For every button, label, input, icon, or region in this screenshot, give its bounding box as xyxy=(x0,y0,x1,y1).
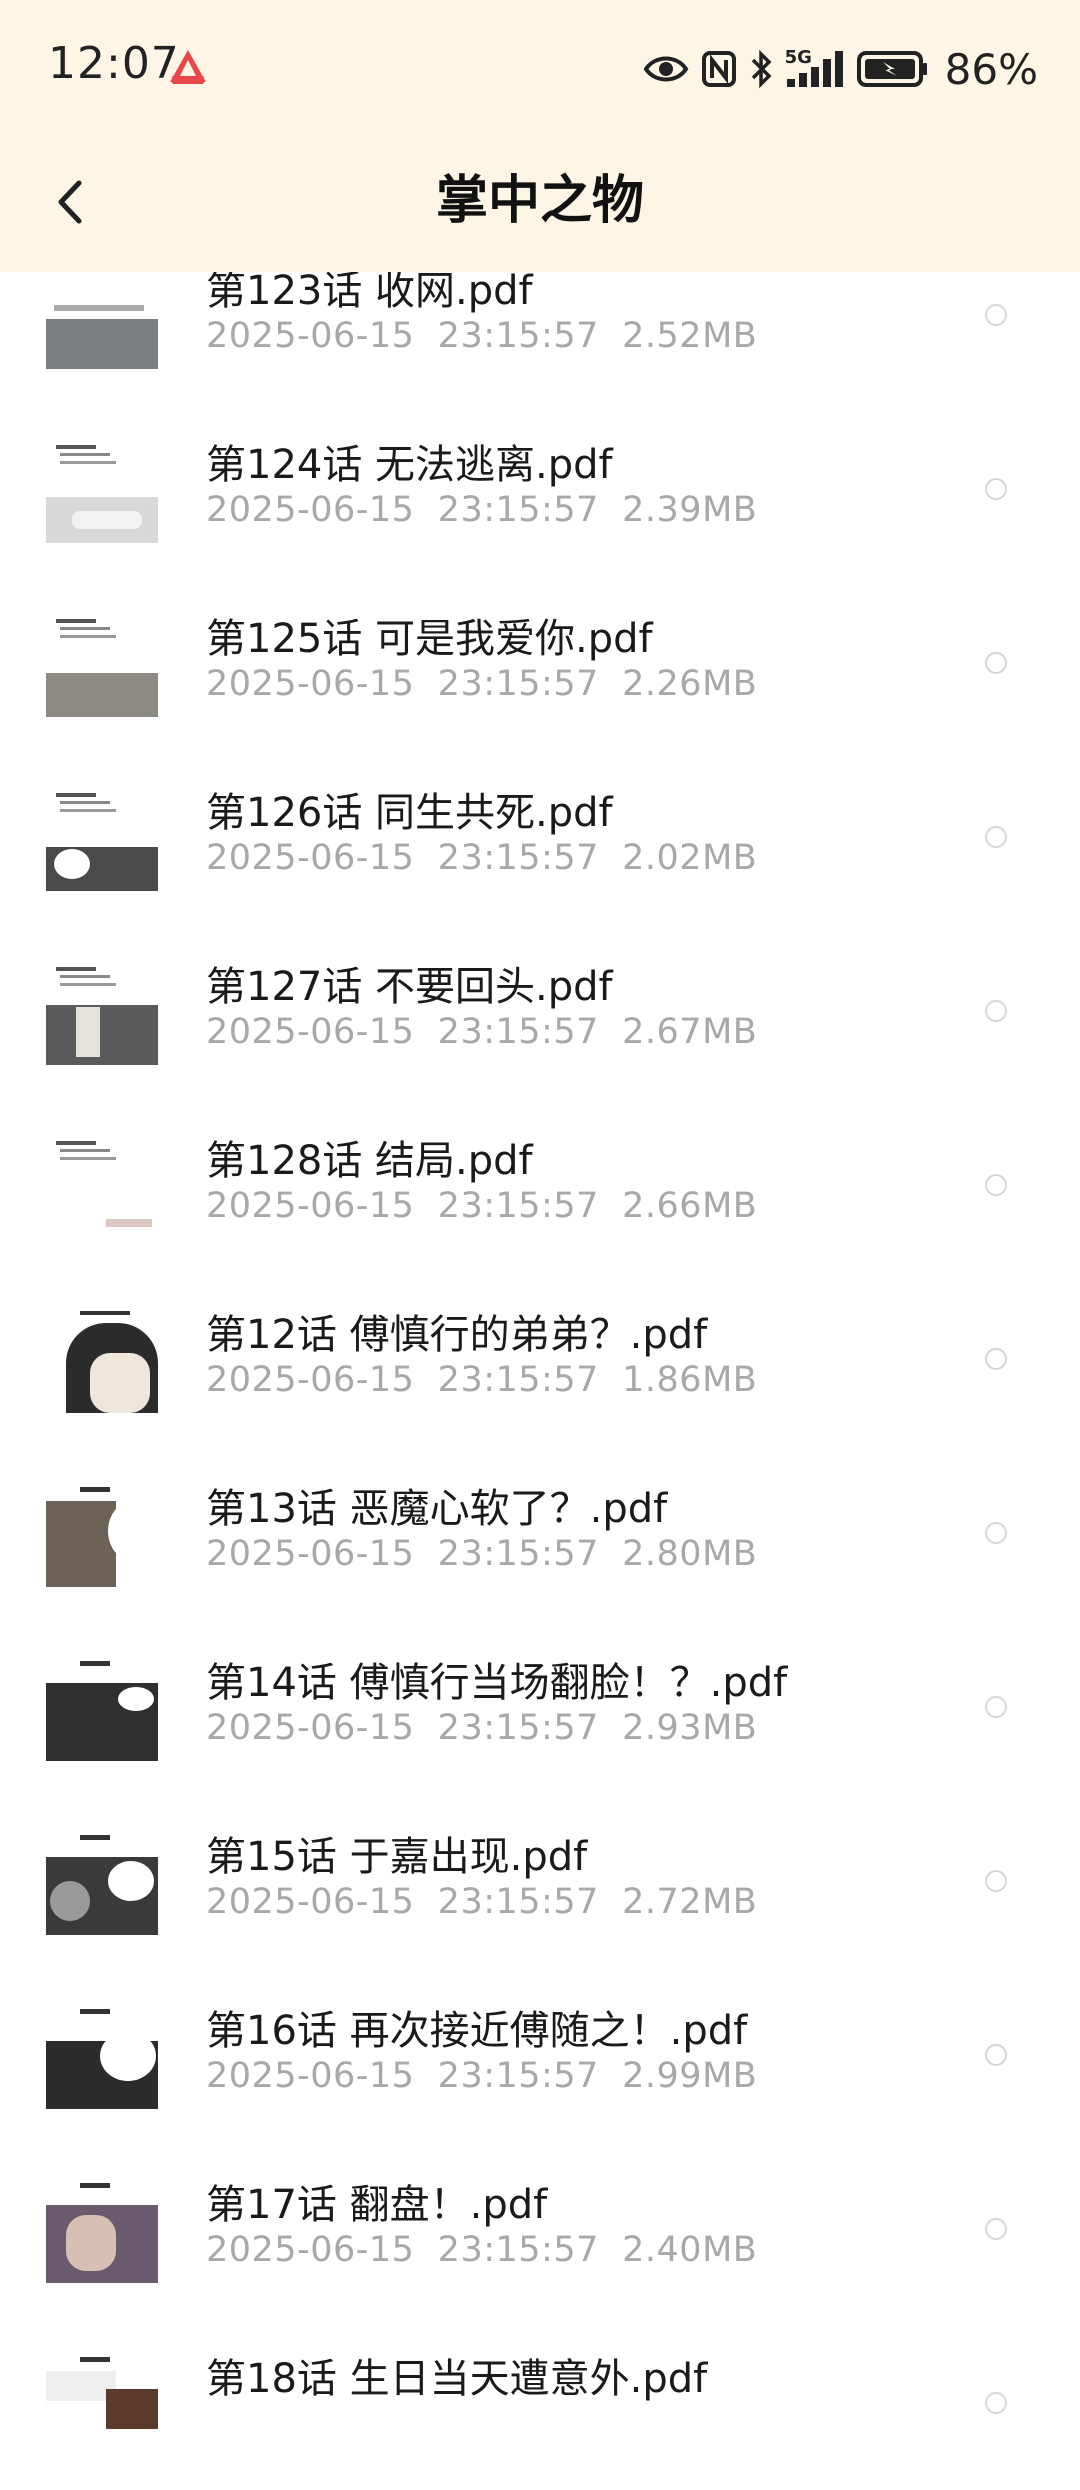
file-meta: 2025-06-15 23:15:57 2.99MB xyxy=(206,2056,758,2096)
nav-bar: 掌中之物 xyxy=(0,140,1080,272)
file-thumbnail xyxy=(46,783,158,891)
file-meta: 2025-06-15 23:15:57 2.66MB xyxy=(206,1186,758,1226)
file-meta: 2025-06-15 23:15:57 2.93MB xyxy=(206,1708,758,1748)
app-header: 12:07 5G 86% 掌中之物 xyxy=(0,0,1080,272)
select-radio[interactable] xyxy=(985,1696,1007,1718)
file-name: 第13话 恶魔心软了？.pdf xyxy=(206,1486,668,1532)
file-meta: 2025-06-15 23:15:57 1.86MB xyxy=(206,1360,758,1400)
list-item[interactable]: 第124话 无法逃离.pdf 2025-06-15 23:15:57 2.39M… xyxy=(0,402,1080,576)
file-thumbnail xyxy=(46,957,158,1065)
file-name: 第18话 生日当天遭意外.pdf xyxy=(206,2356,708,2402)
file-name: 第15话 于嘉出现.pdf xyxy=(206,1834,588,1880)
list-item[interactable]: 第14话 傅慎行当场翻脸！？.pdf 2025-06-15 23:15:57 2… xyxy=(0,1620,1080,1794)
select-radio[interactable] xyxy=(985,1348,1007,1370)
file-thumbnail xyxy=(46,261,158,369)
file-name: 第12话 傅慎行的弟弟？.pdf xyxy=(206,1312,708,1358)
select-radio[interactable] xyxy=(985,2218,1007,2240)
file-meta: 2025-06-15 23:15:57 2.80MB xyxy=(206,1534,758,1574)
select-radio[interactable] xyxy=(985,478,1007,500)
file-name: 第125话 可是我爱你.pdf xyxy=(206,616,653,662)
file-thumbnail xyxy=(46,1479,158,1587)
file-meta: 2025-06-15 23:15:57 2.26MB xyxy=(206,664,758,704)
select-radio[interactable] xyxy=(985,652,1007,674)
select-radio[interactable] xyxy=(985,826,1007,848)
app-notification-icon xyxy=(170,50,206,84)
file-meta: 2025-06-15 23:15:57 2.52MB xyxy=(206,316,758,356)
file-meta: 2025-06-15 23:15:57 2.72MB xyxy=(206,1882,758,1922)
list-item[interactable]: 第17话 翻盘！.pdf 2025-06-15 23:15:57 2.40MB xyxy=(0,2142,1080,2316)
file-name: 第126话 同生共死.pdf xyxy=(206,790,613,836)
file-name: 第127话 不要回头.pdf xyxy=(206,964,613,1010)
page-title: 掌中之物 xyxy=(435,171,644,231)
file-name: 第128话 结局.pdf xyxy=(206,1138,533,1184)
network-type-label: 5G xyxy=(784,47,812,68)
eye-icon xyxy=(643,56,689,82)
bluetooth-icon xyxy=(751,49,772,89)
file-thumbnail xyxy=(46,1827,158,1935)
file-meta: 2025-06-15 23:15:57 2.02MB xyxy=(206,838,758,878)
file-thumbnail xyxy=(46,609,158,717)
battery-charging-icon xyxy=(856,51,927,87)
status-time: 12:07 xyxy=(48,38,180,89)
file-meta: 2025-06-15 23:15:57 2.67MB xyxy=(206,1012,758,1052)
select-radio[interactable] xyxy=(985,1522,1007,1544)
file-thumbnail xyxy=(46,2001,158,2109)
select-radio[interactable] xyxy=(985,1174,1007,1196)
file-name: 第124话 无法逃离.pdf xyxy=(206,442,613,488)
list-item[interactable]: 第128话 结局.pdf 2025-06-15 23:15:57 2.66MB xyxy=(0,1098,1080,1272)
select-radio[interactable] xyxy=(985,1870,1007,1892)
file-meta: 2025-06-15 23:15:57 2.39MB xyxy=(206,490,758,530)
file-meta: 2025-06-15 23:15:57 2.40MB xyxy=(206,2230,758,2270)
select-radio[interactable] xyxy=(985,2044,1007,2066)
select-radio[interactable] xyxy=(985,1000,1007,1022)
file-thumbnail xyxy=(46,1305,158,1413)
nfc-icon xyxy=(701,51,736,87)
status-icons: 5G 86% xyxy=(643,44,1038,94)
file-name: 第17话 翻盘！.pdf xyxy=(206,2182,548,2228)
list-item[interactable]: 第126话 同生共死.pdf 2025-06-15 23:15:57 2.02M… xyxy=(0,750,1080,924)
list-item[interactable]: 第127话 不要回头.pdf 2025-06-15 23:15:57 2.67M… xyxy=(0,924,1080,1098)
file-thumbnail xyxy=(46,1131,158,1239)
file-thumbnail xyxy=(46,2349,158,2457)
list-item[interactable]: 第12话 傅慎行的弟弟？.pdf 2025-06-15 23:15:57 1.8… xyxy=(0,1272,1080,1446)
list-item[interactable]: 第15话 于嘉出现.pdf 2025-06-15 23:15:57 2.72MB xyxy=(0,1794,1080,1968)
list-item[interactable]: 第16话 再次接近傅随之！.pdf 2025-06-15 23:15:57 2.… xyxy=(0,1968,1080,2142)
select-radio[interactable] xyxy=(985,304,1007,326)
file-thumbnail xyxy=(46,2175,158,2283)
list-item[interactable]: 第18话 生日当天遭意外.pdf xyxy=(0,2316,1080,2490)
list-item[interactable]: 第13话 恶魔心软了？.pdf 2025-06-15 23:15:57 2.80… xyxy=(0,1446,1080,1620)
file-name: 第14话 傅慎行当场翻脸！？.pdf xyxy=(206,1660,788,1706)
file-thumbnail xyxy=(46,435,158,543)
signal-5g-icon: 5G xyxy=(784,47,845,89)
file-name: 第16话 再次接近傅随之！.pdf xyxy=(206,2008,748,2054)
list-item[interactable]: 第125话 可是我爱你.pdf 2025-06-15 23:15:57 2.26… xyxy=(0,576,1080,750)
file-thumbnail xyxy=(46,1653,158,1761)
select-radio[interactable] xyxy=(985,2392,1007,2414)
battery-percentage: 86% xyxy=(944,44,1038,94)
status-bar: 12:07 5G 86% xyxy=(0,0,1080,140)
